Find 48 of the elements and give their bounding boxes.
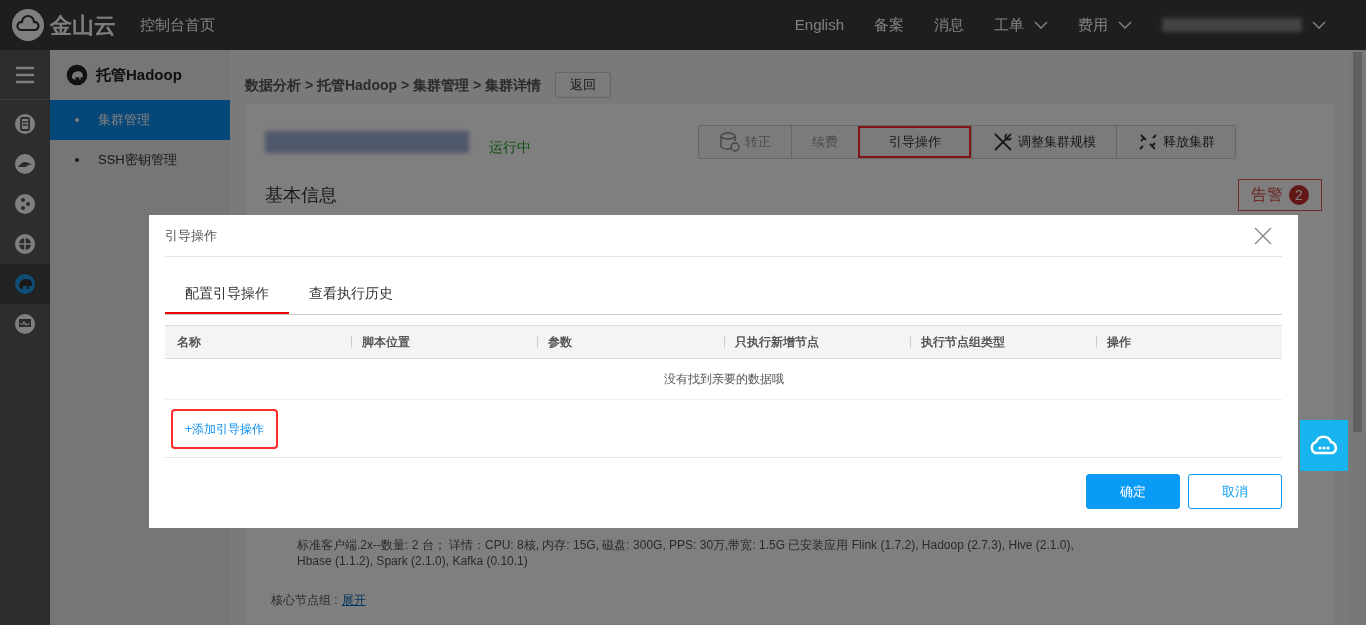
logo-text: 金山云 [50,11,116,40]
tab[interactable]: 查看执行历史 [289,274,413,314]
scrollbar[interactable] [1349,50,1366,625]
chevron-down-icon [1034,21,1048,29]
chevron-down-icon [1312,21,1326,29]
confirm-button[interactable]: 确定 [1086,474,1180,509]
action-button[interactable]: 引导操作 [858,125,971,158]
close-icon [1254,226,1272,245]
column-header: 执行节点组类型 [920,334,1005,351]
field-label: 核心节点组 : [271,592,338,609]
details-text: 标准客户端.2x--数量: 2 台； 详情：CPU: 8核, 内存: 15G, 磁盘: 300G, PPS: 30万,带宽: 1.5G 已安装应用 Flink (1.7.2), Hadoop (2.7.3), Hive (2.1.0), Hbase (1.1.2), Spark (2.1.0), Kafka (0.10.1) [297,537,1075,569]
back-button[interactable]: 返回 [554,72,611,98]
section-title: 基本信息 [265,183,337,207]
action-button[interactable]: 释放集群 [1116,125,1235,158]
nav-link[interactable]: 工单 [994,13,1048,37]
wrench-icon [992,130,1014,153]
action-button[interactable]: 调整集群规模 [971,125,1116,158]
nav-link[interactable]: English [794,13,844,37]
nav-link[interactable]: 备案 [874,13,904,37]
dialog-title: 引导操作 [165,226,217,245]
bullet-icon [75,158,79,162]
nav-link[interactable]: 消息 [934,13,964,37]
alert-button[interactable]: 告警 2 [1238,179,1322,211]
rail-item[interactable] [0,264,50,304]
home-link[interactable]: 控制台首页 [140,13,215,37]
cloud-logo-icon [12,9,44,41]
expand-link[interactable]: 展开 [341,591,366,609]
chat-button[interactable] [1300,420,1348,471]
empty-message: 没有找到亲要的数据哦 [663,371,784,388]
bullet-icon [75,118,79,122]
add-link[interactable]: +添加引导操作 [173,410,276,447]
nav-link[interactable]: 费用 [1078,13,1132,37]
status-text: 运行中 [489,138,531,157]
sidebar-title: 托管Hadoop [96,64,182,85]
breadcrumb: 数据分析 > 托管Hadoop > 集群管理 > 集群详情 [245,75,541,95]
column-header: 操作 [1106,334,1131,351]
tab[interactable]: 配置引导操作 [165,274,289,314]
database-icon [719,130,741,153]
sidebar-item[interactable]: SSH密钥管理 [50,140,230,180]
column-header: 名称 [177,334,201,351]
column-header: 只执行新增节点 [734,334,819,351]
column-header: 参数 [548,334,573,351]
cancel-button[interactable]: 取消 [1188,474,1282,509]
chevron-down-icon [1118,21,1132,29]
close-button[interactable] [1254,226,1272,245]
column-header: 脚本位置 [362,334,411,351]
count-badge: 2 [1289,185,1309,205]
sidebar-item[interactable]: 集群管理 [50,100,230,140]
